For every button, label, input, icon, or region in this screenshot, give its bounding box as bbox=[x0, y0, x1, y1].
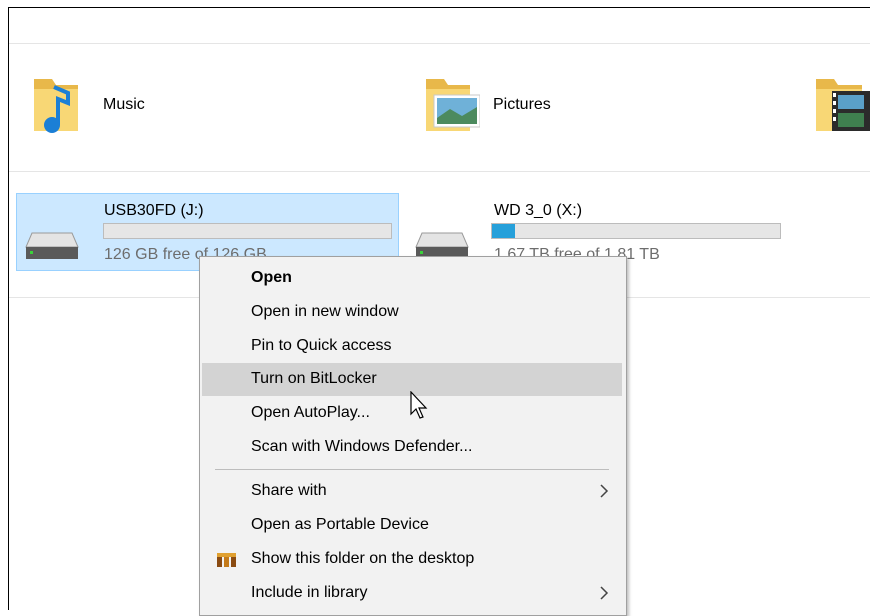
menu-item-open[interactable]: Open bbox=[202, 262, 622, 295]
drive-name: USB30FD (J:) bbox=[104, 202, 204, 219]
menu-item-label: Turn on BitLocker bbox=[251, 370, 377, 387]
menu-item-label: Open bbox=[251, 269, 292, 286]
menu-item-label: Include in library bbox=[251, 584, 368, 601]
videos-folder-icon bbox=[816, 79, 870, 131]
folder-label: Pictures bbox=[493, 96, 551, 113]
menu-item-include-library[interactable]: Include in library bbox=[202, 577, 622, 610]
context-menu: Open Open in new window Pin to Quick acc… bbox=[199, 256, 627, 616]
mouse-cursor-icon bbox=[410, 391, 428, 419]
menu-item-label: Open AutoPlay... bbox=[251, 404, 370, 421]
menu-item-scan-defender[interactable]: Scan with Windows Defender... bbox=[202, 431, 622, 464]
menu-item-pin-quick-access[interactable]: Pin to Quick access bbox=[202, 330, 622, 363]
pictures-folder-icon bbox=[426, 79, 480, 131]
menu-item-share-with[interactable]: Share with bbox=[202, 475, 622, 508]
menu-item-label: Show this folder on the desktop bbox=[251, 550, 475, 567]
menu-item-label: Share with bbox=[251, 482, 327, 499]
drive-space-bar bbox=[491, 223, 781, 239]
folder-music[interactable]: Music bbox=[30, 73, 350, 137]
window-left-border bbox=[8, 7, 9, 610]
folder-videos[interactable] bbox=[812, 73, 870, 137]
folder-pictures[interactable]: Pictures bbox=[420, 73, 750, 137]
menu-item-label: Open in new window bbox=[251, 303, 399, 320]
menu-item-label: Scan with Windows Defender... bbox=[251, 438, 473, 455]
drive-space-bar bbox=[103, 223, 392, 239]
nitroshare-icon bbox=[217, 553, 236, 567]
chevron-right-icon bbox=[600, 484, 609, 498]
menu-item-label: Pin to Quick access bbox=[251, 337, 392, 354]
menu-item-show-folder-desktop[interactable]: Show this folder on the desktop bbox=[202, 543, 622, 576]
window-top-border bbox=[8, 7, 870, 8]
drive-name: WD 3_0 (X:) bbox=[494, 202, 583, 219]
drive-icon bbox=[25, 232, 79, 259]
menu-item-open-new-window[interactable]: Open in new window bbox=[202, 296, 622, 329]
section-divider bbox=[9, 43, 870, 44]
menu-separator bbox=[215, 469, 609, 470]
music-folder-icon bbox=[34, 79, 78, 133]
menu-item-label: Open as Portable Device bbox=[251, 516, 429, 533]
section-divider bbox=[9, 171, 870, 172]
drive-space-fill bbox=[492, 224, 516, 238]
menu-item-open-portable-device[interactable]: Open as Portable Device bbox=[202, 509, 622, 542]
folder-label: Music bbox=[103, 96, 145, 113]
chevron-right-icon bbox=[600, 586, 609, 600]
